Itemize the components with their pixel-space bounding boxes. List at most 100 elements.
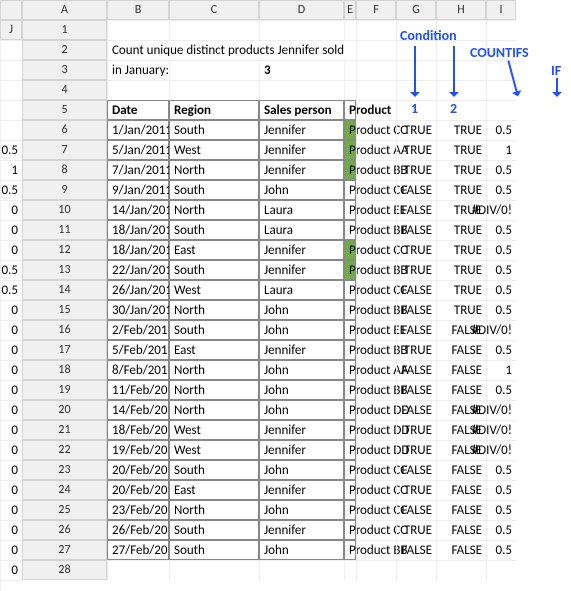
empty-cell[interactable] bbox=[356, 200, 396, 220]
empty-cell[interactable] bbox=[0, 60, 22, 80]
empty-cell[interactable] bbox=[259, 20, 344, 40]
cell-product[interactable]: Product CC bbox=[344, 120, 356, 140]
row-header[interactable]: 26 bbox=[22, 520, 107, 540]
cell-product[interactable]: Product BB bbox=[344, 160, 356, 180]
row-header[interactable]: 14 bbox=[22, 280, 107, 300]
cell-if[interactable]: 0 bbox=[0, 240, 22, 260]
cell-region[interactable]: South bbox=[169, 180, 259, 200]
empty-cell[interactable] bbox=[356, 120, 396, 140]
row-header[interactable]: 17 bbox=[22, 340, 107, 360]
row-header[interactable]: 9 bbox=[22, 180, 107, 200]
empty-cell[interactable] bbox=[486, 60, 516, 80]
empty-cell[interactable] bbox=[356, 480, 396, 500]
cell-if[interactable]: 0 bbox=[0, 440, 22, 460]
cell-product[interactable]: Product CC bbox=[344, 480, 356, 500]
cell-if[interactable]: 0 bbox=[0, 360, 22, 380]
cell-sales[interactable]: John bbox=[259, 460, 344, 480]
row-header[interactable]: 25 bbox=[22, 500, 107, 520]
empty-cell[interactable] bbox=[436, 80, 486, 100]
empty-cell[interactable] bbox=[356, 280, 396, 300]
cell-date[interactable]: 23/Feb/2011 bbox=[107, 500, 169, 520]
empty-cell[interactable] bbox=[356, 560, 396, 580]
empty-cell[interactable] bbox=[344, 20, 356, 40]
empty-cell[interactable] bbox=[356, 400, 396, 420]
row-header[interactable]: 6 bbox=[22, 120, 107, 140]
empty-cell[interactable] bbox=[169, 60, 259, 80]
empty-cell[interactable] bbox=[169, 80, 259, 100]
cell-cond2[interactable]: TRUE bbox=[436, 120, 486, 140]
cell-region[interactable]: East bbox=[169, 340, 259, 360]
empty-cell[interactable] bbox=[169, 560, 259, 580]
cell-region[interactable]: North bbox=[169, 500, 259, 520]
cell-cond2[interactable]: TRUE bbox=[436, 300, 486, 320]
cell-date[interactable]: 11/Feb/2011 bbox=[107, 380, 169, 400]
row-header[interactable]: 24 bbox=[22, 480, 107, 500]
cell-product[interactable]: Product CC bbox=[344, 240, 356, 260]
cell-date[interactable]: 20/Feb/2011 bbox=[107, 480, 169, 500]
cell-product[interactable]: Product CC bbox=[344, 460, 356, 480]
cell-if[interactable]: 0.5 bbox=[0, 140, 22, 160]
empty-cell[interactable] bbox=[356, 220, 396, 240]
empty-cell[interactable] bbox=[396, 60, 436, 80]
cell-countifs[interactable]: 0.5 bbox=[486, 300, 516, 320]
cell-region[interactable]: South bbox=[169, 520, 259, 540]
empty-cell[interactable] bbox=[356, 420, 396, 440]
cell-sales[interactable]: John bbox=[259, 540, 344, 560]
empty-cell[interactable] bbox=[356, 380, 396, 400]
empty-cell[interactable] bbox=[0, 40, 22, 60]
cell-cond2[interactable]: FALSE bbox=[436, 340, 486, 360]
cell-sales[interactable]: Jennifer bbox=[259, 260, 344, 280]
cell-region[interactable]: North bbox=[169, 360, 259, 380]
cell-sales[interactable]: Jennifer bbox=[259, 480, 344, 500]
empty-cell[interactable] bbox=[356, 100, 396, 120]
cell-sales[interactable]: Jennifer bbox=[259, 440, 344, 460]
cell-cond2[interactable]: TRUE bbox=[436, 140, 486, 160]
row-header[interactable]: 12 bbox=[22, 240, 107, 260]
cell-cond1[interactable]: FALSE bbox=[396, 180, 436, 200]
row-header[interactable]: 20 bbox=[22, 400, 107, 420]
cell-countifs[interactable]: #DIV/0! bbox=[486, 440, 516, 460]
cell-date[interactable]: 27/Feb/2011 bbox=[107, 540, 169, 560]
cell-countifs[interactable]: 0.5 bbox=[486, 340, 516, 360]
cell-sales[interactable]: Jennifer bbox=[259, 240, 344, 260]
cell-product[interactable]: Product BB bbox=[344, 380, 356, 400]
cell-sales[interactable]: John bbox=[259, 400, 344, 420]
row-header[interactable]: 2 bbox=[22, 40, 107, 60]
empty-cell[interactable] bbox=[356, 340, 396, 360]
row-header[interactable]: 18 bbox=[22, 360, 107, 380]
cell-region[interactable]: South bbox=[169, 220, 259, 240]
cell-countifs[interactable]: 0.5 bbox=[486, 380, 516, 400]
cell-sales[interactable]: Jennifer bbox=[259, 420, 344, 440]
row-header[interactable]: 16 bbox=[22, 320, 107, 340]
cell-date[interactable]: 22/Jan/2011 bbox=[107, 260, 169, 280]
cell-date[interactable]: 26/Jan/2011 bbox=[107, 280, 169, 300]
cell-cond2[interactable]: TRUE bbox=[436, 240, 486, 260]
empty-cell[interactable] bbox=[356, 260, 396, 280]
cell-product[interactable]: Product CC bbox=[344, 520, 356, 540]
cell-if[interactable]: 0 bbox=[0, 460, 22, 480]
cell-date[interactable]: 14/Feb/2011 bbox=[107, 400, 169, 420]
cell-cond1[interactable]: TRUE bbox=[396, 480, 436, 500]
cell-countifs[interactable]: 0.5 bbox=[486, 520, 516, 540]
cell-countifs[interactable]: #DIV/0! bbox=[486, 420, 516, 440]
col-header[interactable]: D bbox=[259, 0, 344, 20]
cell-sales[interactable]: Jennifer bbox=[259, 140, 344, 160]
cell-region[interactable]: South bbox=[169, 320, 259, 340]
cell-countifs[interactable]: 0.5 bbox=[486, 500, 516, 520]
cell-countifs[interactable]: #DIV/0! bbox=[486, 200, 516, 220]
cell-sales[interactable]: Jennifer bbox=[259, 520, 344, 540]
empty-cell[interactable] bbox=[344, 60, 356, 80]
empty-cell[interactable] bbox=[356, 460, 396, 480]
cell-cond1[interactable]: FALSE bbox=[396, 300, 436, 320]
cell-if[interactable]: 0 bbox=[0, 300, 22, 320]
cell-countifs[interactable]: #DIV/0! bbox=[486, 400, 516, 420]
cell-date[interactable]: 19/Feb/2011 bbox=[107, 440, 169, 460]
cell-cond1[interactable]: FALSE bbox=[396, 460, 436, 480]
empty-cell[interactable] bbox=[356, 80, 396, 100]
empty-cell[interactable] bbox=[486, 20, 516, 40]
cell-cond1[interactable]: TRUE bbox=[396, 340, 436, 360]
row-header[interactable]: 5 bbox=[22, 100, 107, 120]
cell-region[interactable]: East bbox=[169, 480, 259, 500]
cell-cond2[interactable]: FALSE bbox=[436, 540, 486, 560]
cell-region[interactable]: South bbox=[169, 120, 259, 140]
